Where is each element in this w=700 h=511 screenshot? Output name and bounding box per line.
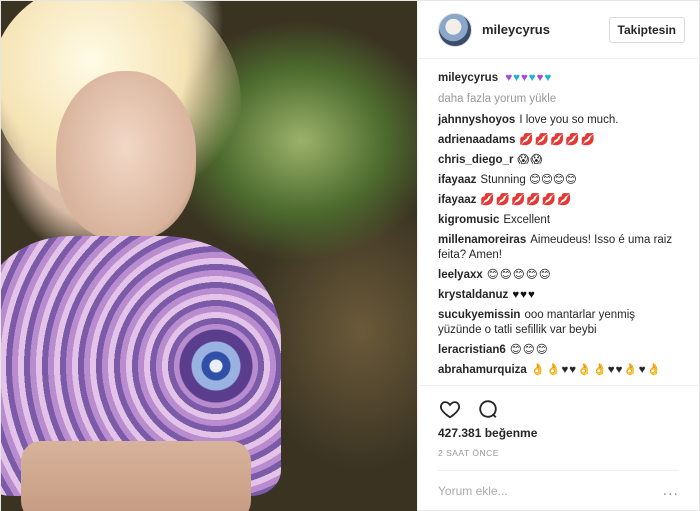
- comment-text: I love you so much.: [519, 114, 619, 126]
- heart-icon: ♥: [520, 72, 529, 84]
- comment-username[interactable]: kigromusic: [438, 214, 499, 226]
- comment: leracristian6 😊😊😊: [438, 343, 679, 358]
- heart-icon: ♥: [513, 72, 521, 84]
- caption-username[interactable]: mileycyrus: [438, 72, 498, 84]
- heart-outline-icon[interactable]: [438, 397, 462, 421]
- caption-hearts: ♥♥♥♥♥♥: [505, 72, 552, 84]
- comment-username[interactable]: leelyaxx: [438, 269, 483, 281]
- load-more-comments-link[interactable]: daha fazla yorum yükle: [438, 92, 679, 107]
- comment-text: 😱😱: [517, 154, 544, 166]
- more-options-icon[interactable]: ...: [663, 482, 679, 500]
- comment: chris_diego_r 😱😱: [438, 153, 679, 168]
- comment-text: Stunning 😊😊😊😊: [480, 174, 577, 186]
- action-icons: [438, 394, 679, 424]
- post-actions: 427.381 beğenme 2 SAAT ÖNCE ...: [418, 385, 699, 510]
- comment: ifayaaz 💋💋💋💋💋💋: [438, 193, 679, 208]
- add-comment-bar: ...: [438, 470, 679, 510]
- speech-bubble-icon[interactable]: [476, 397, 500, 421]
- like-count[interactable]: 427.381 beğenme: [438, 426, 679, 440]
- comment: krystaldanuz ♥♥♥: [438, 288, 679, 303]
- comment-text: Excellent: [503, 214, 551, 226]
- comment-text: 😊😊😊: [509, 344, 549, 356]
- comment-text: 💋💋💋💋💋💋: [480, 194, 573, 206]
- comment: jahnnyshoyos I love you so much.: [438, 113, 679, 128]
- post-photo[interactable]: [1, 1, 417, 511]
- post-header: mileycyrus Takiptesin: [418, 1, 699, 59]
- comment-username[interactable]: ifayaaz: [438, 194, 476, 206]
- comment-text: 😊😊😊😊😊: [486, 269, 552, 281]
- comment-username[interactable]: jahnnyshoyos: [438, 114, 515, 126]
- instagram-post: mileycyrus Takiptesin mileycyrus ♥♥♥♥♥♥ …: [0, 0, 700, 511]
- photo-midriff: [21, 441, 251, 511]
- comment-text: 💋💋💋💋💋: [519, 134, 596, 146]
- comment-text: ♥♥♥: [512, 289, 536, 301]
- comment: sucukyemissin ooo mantarlar yenmiş yüzünd…: [438, 308, 679, 338]
- comment-username[interactable]: abrahamurquiza: [438, 364, 527, 376]
- comment: millenamoreiras Aimeudeus! Isso é uma rai…: [438, 233, 679, 263]
- comment-username[interactable]: sucukyemissin: [438, 309, 520, 321]
- heart-icon: ♥: [544, 72, 553, 84]
- post-timestamp: 2 SAAT ÖNCE: [438, 448, 499, 458]
- comment: ifayaaz Stunning 😊😊😊😊: [438, 173, 679, 188]
- heart-icon: ♥: [505, 72, 514, 84]
- caption: mileycyrus ♥♥♥♥♥♥: [438, 71, 679, 86]
- comment-text: 👌👌♥♥👌👌♥♥👌♥👌: [530, 364, 662, 376]
- post-sidebar: mileycyrus Takiptesin mileycyrus ♥♥♥♥♥♥ …: [417, 1, 699, 510]
- heart-icon: ♥: [528, 72, 537, 84]
- comment-username[interactable]: chris_diego_r: [438, 154, 513, 166]
- photo-face: [56, 71, 196, 241]
- comment-username[interactable]: ifayaaz: [438, 174, 476, 186]
- avatar[interactable]: [438, 12, 472, 47]
- comment-username[interactable]: krystaldanuz: [438, 289, 508, 301]
- following-button[interactable]: Takiptesin: [608, 16, 685, 43]
- comment: kigromusic Excellent: [438, 213, 679, 228]
- comment: leelyaxx 😊😊😊😊😊: [438, 268, 679, 283]
- header-username[interactable]: mileycyrus: [482, 22, 550, 37]
- comment: adrienaadams 💋💋💋💋💋: [438, 133, 679, 148]
- comment: abrahamurquiza 👌👌♥♥👌👌♥♥👌♥👌: [438, 363, 679, 378]
- comment-username[interactable]: millenamoreiras: [438, 234, 526, 246]
- comments-list: mileycyrus ♥♥♥♥♥♥ daha fazla yorum yükle…: [418, 59, 699, 385]
- comment-username[interactable]: adrienaadams: [438, 134, 515, 146]
- comment-input[interactable]: [438, 483, 658, 498]
- comment-username[interactable]: leracristian6: [438, 344, 506, 356]
